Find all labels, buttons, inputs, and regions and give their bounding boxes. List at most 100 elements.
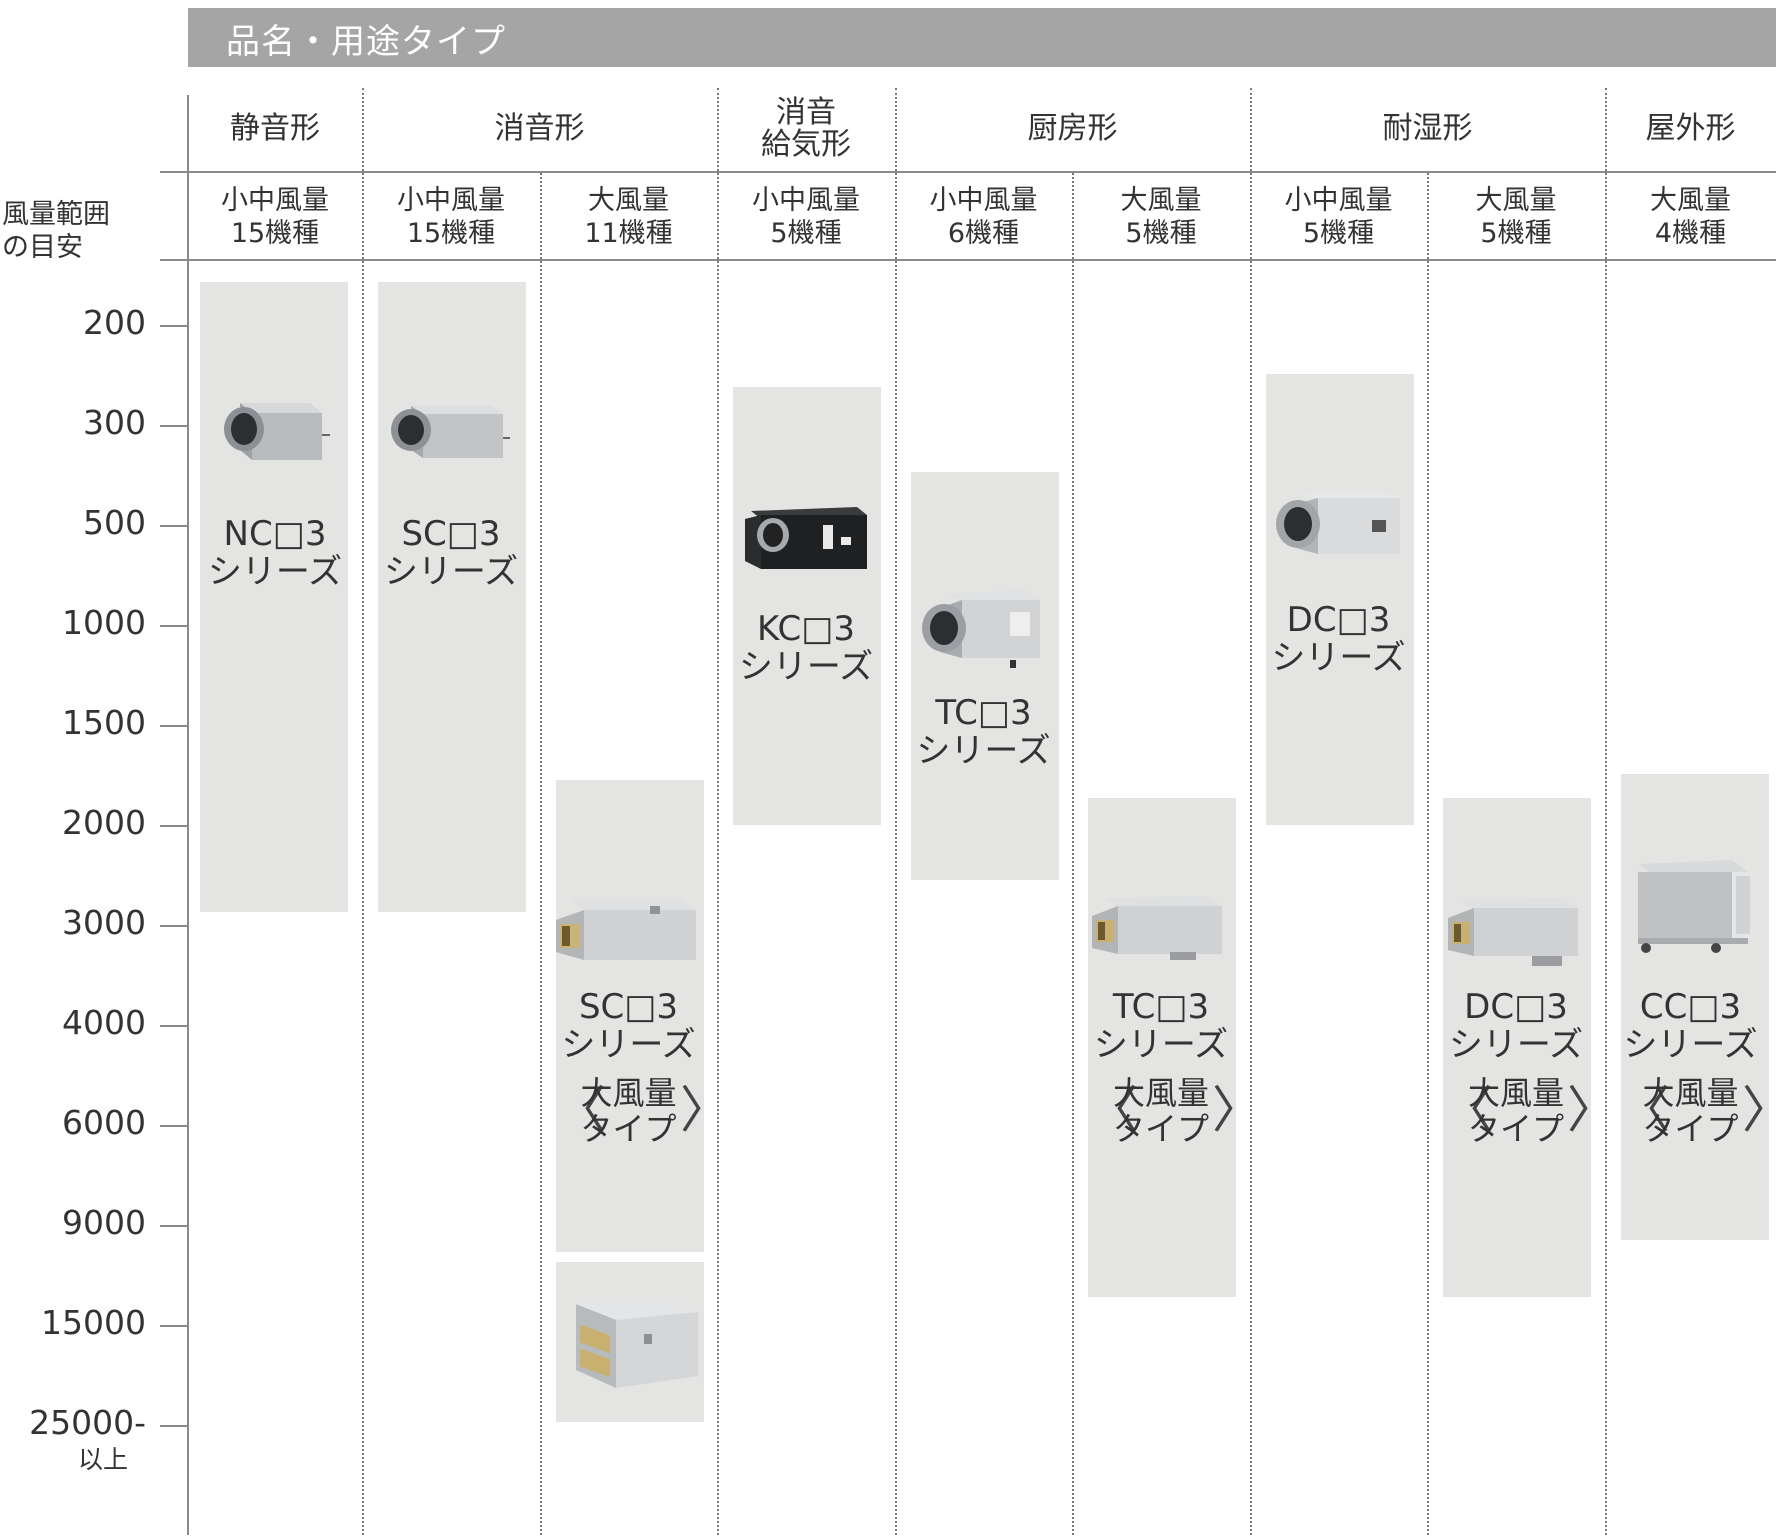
series-suffix: シリーズ (561, 1025, 696, 1065)
series-suffix: シリーズ (207, 552, 343, 592)
subcolumn-label-line: 5機種 (1125, 218, 1197, 249)
subcolumn-label: 小中風量 5機種 (1250, 184, 1427, 250)
column-separator (1427, 173, 1429, 1535)
subcolumn-label: 大風量 5機種 (1427, 184, 1605, 250)
category-label: 静音形 (230, 111, 320, 146)
large-cabinet-fan-icon (556, 900, 696, 960)
tick-label: 1500 (62, 703, 146, 742)
tick-mark (160, 925, 188, 927)
subcolumn-label-line: 小中風量 (397, 185, 505, 216)
series-suffix: シリーズ (1271, 638, 1406, 678)
tick-label-suffix: 以上 (78, 1445, 129, 1474)
range-band (733, 387, 881, 825)
series-code: KC□3 (757, 609, 855, 649)
subcolumn-label: 大風量 5機種 (1072, 184, 1250, 250)
category-label-line: 消音 (776, 95, 836, 130)
subcolumn-label-line: 大風量 (1650, 185, 1731, 216)
subcolumn-label-line: 小中風量 (1284, 185, 1393, 216)
category-label: 耐湿形 (1382, 111, 1473, 146)
tick-mark (160, 725, 188, 727)
category-label: 消音 給気形 (717, 97, 895, 161)
column-separator (895, 88, 897, 1535)
column-separator (1250, 88, 1252, 1535)
series-suffix: シリーズ (1093, 1025, 1229, 1065)
category-label: 消音形 (494, 111, 585, 146)
tick-label: 2000 (62, 803, 146, 842)
y-axis-title-line: の目安 (2, 232, 83, 263)
large-cabinet-fan-icon (576, 1296, 698, 1388)
range-band (911, 472, 1059, 880)
axis-line (187, 95, 189, 1535)
subcolumn-label: 小中風量 5機種 (717, 184, 895, 250)
tick-mark (160, 325, 188, 327)
subcolumn-label-line: 大風量 (588, 185, 669, 216)
category-label: 屋外形 (1645, 111, 1736, 146)
outdoor-cabinet-fan-icon (1638, 860, 1754, 953)
series-suffix: シリーズ (1623, 1025, 1758, 1065)
subcolumn-label-line: 15機種 (406, 218, 496, 249)
cabinet-fan-icon (224, 403, 330, 460)
series-code: CC□3 (1639, 987, 1742, 1027)
tick-label: 300 (83, 403, 146, 442)
tick-mark (160, 1025, 188, 1027)
subcolumn-label-line: 4機種 (1654, 218, 1727, 249)
right-angle-bracket-icon: 〉 (1212, 1081, 1262, 1139)
series-suffix: シリーズ (1448, 1025, 1584, 1065)
series-name: DC□3 シリーズ (1427, 988, 1605, 1064)
subcolumn-label-line: 小中風量 (221, 185, 329, 216)
series-code: TC□3 (935, 693, 1032, 733)
tick-mark (160, 1425, 188, 1427)
subcolumn-label-line: 大風量 (1120, 185, 1202, 216)
series-name: SC□3 シリーズ (362, 515, 540, 591)
tick-label: 6000 (62, 1103, 146, 1142)
tick-mark (160, 1325, 188, 1327)
subcolumn-label-line: 15機種 (230, 218, 320, 249)
subcolumn-label-line: 6機種 (947, 218, 1020, 249)
series-suffix: シリーズ (383, 552, 519, 592)
cabinet-fan-icon (391, 406, 510, 458)
series-code: SC□3 (578, 987, 679, 1027)
series-name: DC□3 シリーズ (1250, 601, 1427, 677)
right-angle-bracket-icon: 〉 (1742, 1080, 1780, 1140)
tick-label: 15000 (41, 1303, 146, 1342)
y-axis-title-line: 風量範囲 (2, 199, 110, 230)
series-name: CC□3 シリーズ (1605, 988, 1776, 1064)
subcolumn-divider-line (160, 259, 1776, 261)
subcolumn-label: 大風量 11機種 (540, 184, 717, 250)
tick-label: 200 (83, 303, 146, 342)
tick-mark (160, 425, 188, 427)
series-suffix: シリーズ (916, 731, 1051, 771)
black-cabinet-fan-icon (745, 507, 867, 569)
tick-label: 1000 (62, 603, 146, 642)
tick-mark (160, 625, 188, 627)
tick-mark (160, 1225, 188, 1227)
series-name: SC□3 シリーズ (540, 988, 717, 1064)
series-code: DC□3 (1286, 600, 1391, 640)
column-separator (1072, 173, 1074, 1535)
tick-mark (160, 1125, 188, 1127)
tick-label: 4000 (62, 1003, 146, 1042)
column-separator (717, 88, 719, 1535)
column-separator (540, 173, 542, 1535)
subcolumn-label-line: 小中風量 (929, 185, 1038, 216)
subcolumn-label-line: 小中風量 (752, 185, 860, 216)
category-divider-line (160, 171, 1776, 173)
large-cabinet-fan-icon (1448, 898, 1578, 966)
right-angle-bracket-icon: 〉 (680, 1081, 730, 1139)
y-axis-title: 風量範囲 の目安 (2, 198, 110, 264)
header-title: 品名・用途タイプ (226, 22, 506, 62)
series-name: TC□3 シリーズ (895, 694, 1072, 770)
subcolumn-label: 大風量 4機種 (1605, 184, 1776, 250)
column-separator (362, 88, 364, 1535)
range-band (378, 282, 526, 912)
tick-mark (160, 525, 188, 527)
tick-label: 3000 (62, 903, 146, 942)
series-code: NC□3 (223, 514, 327, 554)
range-band (200, 282, 348, 912)
tick-label: 9000 (62, 1203, 146, 1242)
category-label-line: 給気形 (761, 127, 851, 162)
subcolumn-label: 小中風量 15機種 (362, 184, 540, 250)
subcolumn-label: 小中風量 15機種 (188, 184, 362, 250)
subcolumn-label-line: 5機種 (1480, 218, 1552, 249)
subcolumn-label-line: 大風量 (1475, 185, 1557, 216)
